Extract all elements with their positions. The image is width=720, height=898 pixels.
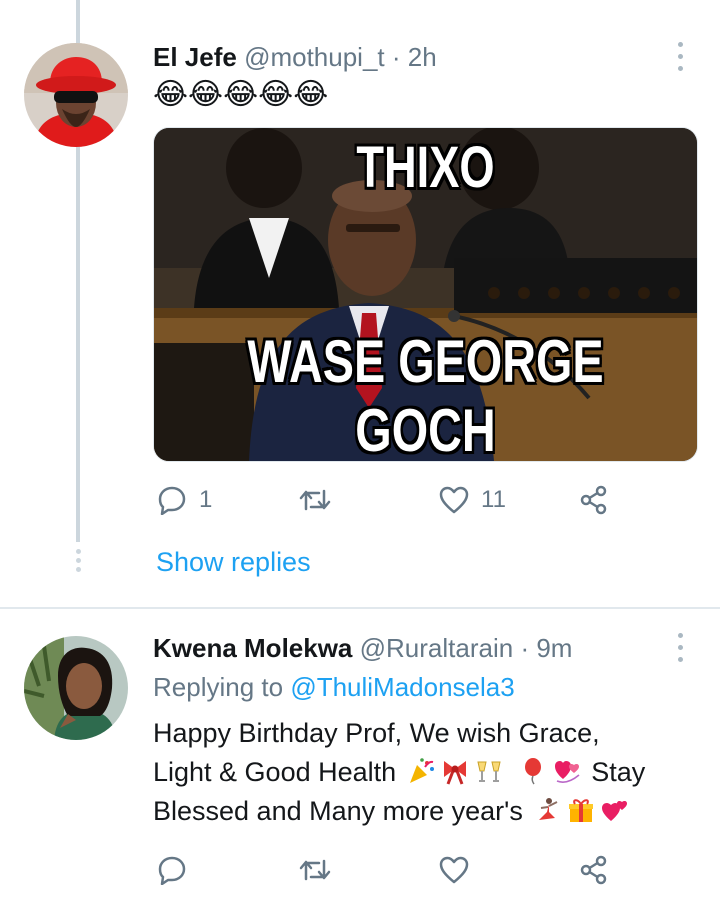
- share-icon: [580, 855, 607, 885]
- share-icon: [580, 485, 607, 515]
- heart-icon: [439, 856, 469, 884]
- tweet-text-line2: Light & Good Health: [153, 757, 397, 787]
- retweet-icon: [299, 489, 331, 511]
- retweet-icon: [299, 859, 331, 881]
- reply-icon: [158, 856, 186, 885]
- replying-to-label: Replying to: [153, 672, 284, 702]
- show-replies-link[interactable]: Show replies: [156, 547, 311, 578]
- tweet-time[interactable]: 9m: [536, 633, 572, 663]
- tweet-divider: [0, 607, 720, 609]
- retweet-button[interactable]: [299, 850, 331, 890]
- avatar-el-jefe[interactable]: [24, 43, 128, 147]
- reply-icon: [158, 486, 186, 515]
- more-options-icon[interactable]: [670, 633, 690, 667]
- tweet-time[interactable]: 2h: [408, 42, 437, 72]
- reply-count: 1: [199, 486, 213, 513]
- author-name[interactable]: Kwena Molekwa: [153, 633, 352, 663]
- party-popper-icon: [409, 758, 434, 783]
- ribbon-icon: [443, 761, 466, 785]
- tweet-text-line3: Blessed and Many more year's: [153, 796, 523, 826]
- share-button[interactable]: [579, 850, 609, 890]
- separator-dot: ·: [391, 42, 401, 72]
- dancer-icon: [539, 798, 558, 820]
- like-button[interactable]: 11: [439, 480, 506, 520]
- reply-button[interactable]: 1: [157, 480, 212, 520]
- retweet-button[interactable]: [299, 480, 331, 520]
- tweet-text-emoji: 😂😂😂😂😂: [153, 78, 329, 111]
- author-name[interactable]: El Jefe: [153, 42, 237, 72]
- like-button[interactable]: [439, 850, 469, 890]
- tweet-text-line1: Happy Birthday Prof, We wish Grace,: [153, 718, 600, 748]
- separator-dot: ·: [520, 633, 530, 663]
- author-handle[interactable]: @Ruraltarain: [360, 633, 514, 663]
- reply-button[interactable]: [157, 850, 187, 890]
- heart-icon: [439, 486, 469, 514]
- tweet-header: El Jefe @mothupi_t · 2h: [153, 42, 437, 73]
- share-button[interactable]: [579, 480, 609, 520]
- thread-dots: [74, 549, 82, 575]
- two-hearts-icon: [602, 801, 628, 821]
- replying-to-mention[interactable]: @ThuliMadonsela3: [290, 672, 514, 702]
- avatar-kwena-molekwa[interactable]: [24, 636, 128, 740]
- revolving-hearts-icon: [554, 761, 580, 783]
- meme-top-text: THIXO: [356, 135, 495, 200]
- champagne-glasses-icon: [477, 761, 501, 782]
- author-handle[interactable]: @mothupi_t: [244, 42, 385, 72]
- gift-icon: [569, 799, 594, 822]
- tweet-header: Kwena Molekwa @Ruraltarain · 9m: [153, 633, 572, 664]
- replying-to-line: Replying to @ThuliMadonsela3: [153, 672, 515, 703]
- more-options-icon[interactable]: [670, 42, 690, 76]
- like-count: 11: [481, 486, 506, 513]
- tweet-text: Happy Birthday Prof, We wish Grace, Ligh…: [153, 714, 693, 831]
- tweet-media-image[interactable]: THIXO WASE GEORGE GOCH: [153, 127, 698, 462]
- meme-bottom-text: WASE GEORGE GOCH: [247, 328, 604, 462]
- tweet-action-bar: 1 11: [153, 480, 623, 520]
- tweet-text-line2-end: Stay: [591, 757, 646, 787]
- balloon-icon: [524, 758, 541, 785]
- tweet-action-bar: [153, 850, 623, 890]
